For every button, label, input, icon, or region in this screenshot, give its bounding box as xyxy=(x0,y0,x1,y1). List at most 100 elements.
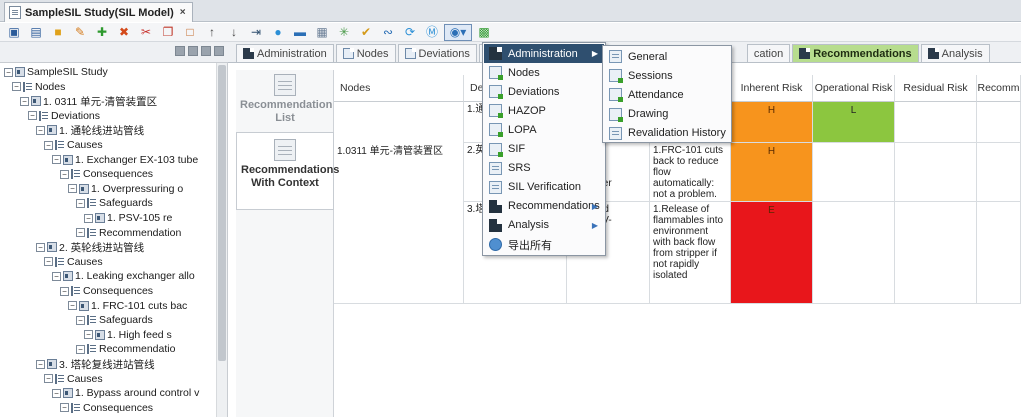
expand-toggle-icon[interactable]: − xyxy=(76,228,85,238)
tree-node[interactable]: − Nodes xyxy=(12,80,65,94)
tree-node[interactable]: − 1. High feed s xyxy=(84,328,172,342)
menu-item[interactable]: Administration ▶ xyxy=(484,44,604,63)
expand-icon[interactable] xyxy=(188,46,198,56)
expand-toggle-icon[interactable]: − xyxy=(4,67,13,77)
consequence-cell[interactable]: 1.FRC-101 cuts back to reduce flow autom… xyxy=(650,143,731,202)
star-icon[interactable]: ✳ xyxy=(334,24,354,41)
export-icon[interactable]: ▩ xyxy=(474,24,494,41)
expand-toggle-icon[interactable]: − xyxy=(76,198,85,208)
inherent-risk-cell[interactable]: E xyxy=(731,202,813,304)
report-icon[interactable]: ◉▾ xyxy=(444,23,472,41)
expand-toggle-icon[interactable]: − xyxy=(44,257,53,267)
tree-node[interactable]: − 1. PSV-105 re xyxy=(84,211,172,225)
tree-node[interactable]: − 1. Overpressuring o xyxy=(68,182,183,196)
menu-item[interactable]: Revalidation History xyxy=(604,124,730,143)
settings-icon[interactable] xyxy=(214,46,224,56)
tab-cation[interactable]: cation xyxy=(746,44,791,62)
tag-icon[interactable]: ✔ xyxy=(356,24,376,41)
menu-item[interactable]: Nodes xyxy=(484,63,604,82)
menu-item[interactable]: Analysis ▶ xyxy=(484,216,604,235)
residual-risk-cell[interactable] xyxy=(895,143,977,202)
tree-node[interactable]: − 1. Exchanger EX-103 tube xyxy=(52,153,198,167)
copy-icon[interactable]: ❐ xyxy=(158,24,178,41)
tab-administration[interactable]: Administration xyxy=(236,44,334,62)
menu-item[interactable]: SIL Verification xyxy=(484,178,604,197)
table-icon[interactable]: ▬ xyxy=(290,24,310,41)
recommendation-cell[interactable] xyxy=(977,143,1021,202)
tab-deviations[interactable]: Deviations xyxy=(397,44,477,62)
expand-toggle-icon[interactable]: − xyxy=(36,242,45,252)
tree-scrollbar[interactable] xyxy=(216,63,227,417)
expand-toggle-icon[interactable]: − xyxy=(52,155,61,165)
expand-toggle-icon[interactable]: − xyxy=(84,330,93,340)
tree-node[interactable]: − Causes xyxy=(44,138,103,152)
menu-item[interactable]: LOPA xyxy=(484,120,604,139)
filter-icon[interactable] xyxy=(201,46,211,56)
tree-node[interactable]: − Causes xyxy=(44,255,103,269)
tree-node[interactable]: − Recommendatio xyxy=(76,342,175,356)
tree-node[interactable]: − 1. Leaking exchanger allo xyxy=(52,269,195,283)
expand-toggle-icon[interactable]: − xyxy=(36,359,45,369)
inherent-risk-cell[interactable]: H xyxy=(731,143,813,202)
menu-item[interactable]: General xyxy=(604,47,730,66)
operational-risk-cell[interactable]: L xyxy=(813,102,895,143)
expand-toggle-icon[interactable]: − xyxy=(28,111,37,121)
menu-item[interactable]: HAZOP xyxy=(484,101,604,120)
menu-item[interactable]: Deviations xyxy=(484,82,604,101)
expand-toggle-icon[interactable]: − xyxy=(60,286,69,296)
tree-node[interactable]: − 1. FRC-101 cuts bac xyxy=(68,299,187,313)
report-recommendations-with-context[interactable]: Recommendations With Context xyxy=(236,132,339,210)
tree-scroll-thumb[interactable] xyxy=(218,65,226,361)
expand-toggle-icon[interactable]: − xyxy=(20,96,29,106)
recommendation-cell[interactable] xyxy=(977,102,1021,143)
tree-node[interactable]: − Consequences xyxy=(60,401,153,415)
recommendation-cell[interactable] xyxy=(977,202,1021,304)
residual-risk-cell[interactable] xyxy=(895,202,977,304)
expand-toggle-icon[interactable]: − xyxy=(36,125,45,135)
menu-item[interactable]: 导出所有 xyxy=(484,235,604,254)
column-header[interactable]: Recomm xyxy=(977,75,1021,102)
expand-toggle-icon[interactable]: − xyxy=(60,169,69,179)
tab-nodes[interactable]: Nodes xyxy=(335,44,396,62)
import-icon[interactable]: ⇥ xyxy=(246,24,266,41)
s-icon[interactable]: Ⓜ xyxy=(422,24,442,41)
menu-item[interactable]: SIF xyxy=(484,140,604,159)
report-recommendation-list[interactable]: Recommendation List xyxy=(236,72,334,132)
tree-node[interactable]: − Consequences xyxy=(60,284,153,298)
expand-toggle-icon[interactable]: − xyxy=(12,82,21,92)
tab-recommendations[interactable]: Recommendations xyxy=(792,44,919,62)
move-down-icon[interactable]: ↓ xyxy=(224,24,244,41)
expand-toggle-icon[interactable]: − xyxy=(60,403,69,413)
menu-item[interactable]: Recommendations ▶ xyxy=(484,197,604,216)
consequence-cell[interactable]: 1.Release of flammables into environment… xyxy=(650,202,731,304)
operational-risk-cell[interactable] xyxy=(813,143,895,202)
cut-icon[interactable]: ✂ xyxy=(136,24,156,41)
expand-toggle-icon[interactable]: − xyxy=(84,213,93,223)
residual-risk-cell[interactable] xyxy=(895,102,977,143)
save-as-icon[interactable]: ▤ xyxy=(26,24,46,41)
tree-node[interactable]: − Safeguards xyxy=(76,196,153,210)
tree-node[interactable]: − 1. 0311 单元-清管装置区 xyxy=(20,94,157,108)
refresh-icon[interactable]: ⟳ xyxy=(400,24,420,41)
tree-node[interactable]: − Causes xyxy=(44,372,103,386)
link-icon[interactable]: ∾ xyxy=(378,24,398,41)
column-header[interactable]: Inherent Risk xyxy=(731,75,813,102)
node-cell[interactable]: 1.0311 单元-清管装置区 xyxy=(334,102,464,304)
column-header[interactable]: Residual Risk xyxy=(895,75,977,102)
expand-toggle-icon[interactable]: − xyxy=(52,388,61,398)
expand-toggle-icon[interactable]: − xyxy=(76,315,85,325)
tree-node[interactable]: − Deviations xyxy=(28,109,100,123)
move-up-icon[interactable]: ↑ xyxy=(202,24,222,41)
expand-toggle-icon[interactable]: − xyxy=(44,140,53,150)
document-tab[interactable]: SampleSIL Study(SIL Model) × xyxy=(4,2,193,22)
add-icon[interactable]: ✚ xyxy=(92,24,112,41)
column-header[interactable]: Nodes xyxy=(334,75,464,102)
tree-node[interactable]: − 3. 塔轮复线进站管线 xyxy=(36,357,155,371)
delete-icon[interactable]: ✖ xyxy=(114,24,134,41)
folder-icon[interactable]: ■ xyxy=(48,24,68,41)
collapse-icon[interactable] xyxy=(175,46,185,56)
menu-item[interactable]: Sessions xyxy=(604,66,730,85)
tab-analysis[interactable]: Analysis xyxy=(920,44,990,62)
expand-toggle-icon[interactable]: − xyxy=(68,301,77,311)
tree-node[interactable]: − 1. 通轮线进站管线 xyxy=(36,123,144,137)
